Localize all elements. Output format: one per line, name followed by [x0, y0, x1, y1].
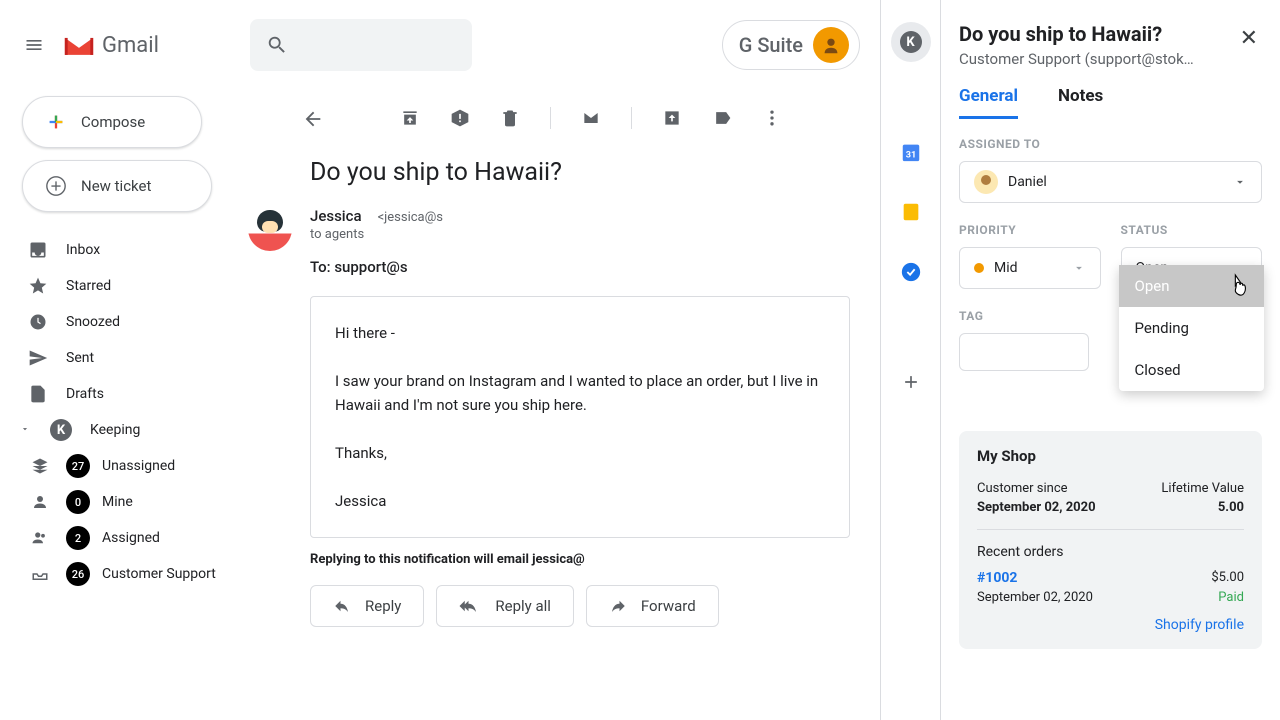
drafts-icon	[28, 384, 48, 404]
status-option-closed[interactable]: Closed	[1119, 349, 1265, 391]
shop-title: My Shop	[977, 447, 1244, 465]
nav-unassigned[interactable]: 27Unassigned	[0, 448, 250, 484]
sender-email: <jessica@s	[378, 210, 443, 225]
panel-title: Do you ship to Hawaii?	[959, 22, 1194, 46]
nav-keeping[interactable]: K Keeping	[0, 412, 250, 448]
chevron-down-icon	[1233, 175, 1247, 189]
priority-dot-icon	[974, 263, 984, 273]
nav-inbox[interactable]: Inbox	[0, 232, 250, 268]
new-ticket-button[interactable]: New ticket	[22, 160, 212, 212]
nav-snoozed[interactable]: Snoozed	[0, 304, 250, 340]
chevron-down-icon	[1072, 261, 1086, 275]
shopify-profile-link[interactable]: Shopify profile	[977, 617, 1244, 633]
inbox-icon	[28, 240, 48, 260]
svg-text:31: 31	[905, 151, 916, 161]
new-ticket-label: New ticket	[81, 177, 151, 195]
clock-icon	[28, 312, 48, 332]
back-icon[interactable]	[302, 108, 322, 128]
reply-button[interactable]: Reply	[310, 585, 424, 627]
order-link[interactable]: #1002	[977, 570, 1017, 586]
archive-icon[interactable]	[400, 108, 420, 128]
rail-tasks-icon[interactable]	[891, 252, 931, 292]
gsuite-badge[interactable]: G Suite	[722, 20, 860, 70]
status-option-open[interactable]: Open	[1119, 265, 1265, 307]
reply-all-button[interactable]: Reply all	[436, 585, 574, 627]
people-icon	[30, 528, 50, 548]
to-agents-label: to agents	[310, 227, 443, 242]
tab-notes[interactable]: Notes	[1058, 86, 1103, 119]
assignee-select[interactable]: Daniel	[959, 161, 1262, 203]
user-avatar[interactable]	[813, 27, 849, 63]
more-icon[interactable]	[762, 108, 782, 128]
gmail-logo[interactable]: Gmail	[62, 32, 159, 58]
email-body: Hi there - I saw your brand on Instagram…	[310, 296, 850, 538]
nav-mine[interactable]: 0Mine	[0, 484, 250, 520]
tray-icon	[30, 564, 50, 584]
keeping-icon: K	[50, 419, 72, 441]
nav-starred[interactable]: Starred	[0, 268, 250, 304]
reply-notification-note: Replying to this notification will email…	[310, 552, 850, 567]
email-subject: Do you ship to Hawaii?	[310, 146, 850, 201]
delete-icon[interactable]	[500, 108, 520, 128]
send-icon	[28, 348, 48, 368]
rail-calendar-icon[interactable]: 31	[891, 132, 931, 172]
recent-orders-label: Recent orders	[977, 544, 1244, 560]
hamburger-menu[interactable]	[14, 25, 54, 65]
person-icon	[30, 492, 50, 512]
rail-add-icon[interactable]	[891, 362, 931, 402]
rail-keep-icon[interactable]	[891, 192, 931, 232]
search-icon	[266, 34, 288, 56]
close-icon[interactable]: ✕	[1236, 22, 1262, 55]
sender-avatar	[248, 207, 292, 251]
move-icon[interactable]	[662, 108, 682, 128]
star-icon	[28, 276, 48, 296]
status-option-pending[interactable]: Pending	[1119, 307, 1265, 349]
order-status-badge: Paid	[1218, 590, 1244, 605]
chevron-down-icon	[20, 422, 32, 438]
forward-button[interactable]: Forward	[586, 585, 719, 627]
sender-name: Jessica	[310, 207, 362, 225]
mark-unread-icon[interactable]	[581, 108, 601, 128]
tag-input[interactable]	[959, 333, 1089, 371]
assignee-avatar	[974, 170, 998, 194]
tab-general[interactable]: General	[959, 86, 1018, 119]
assigned-to-label: ASSIGNED TO	[959, 137, 1262, 151]
stack-icon	[30, 456, 50, 476]
label-icon[interactable]	[712, 108, 732, 128]
rail-keeping-icon[interactable]: K	[891, 22, 931, 62]
gmail-label: Gmail	[102, 33, 159, 58]
priority-label: PRIORITY	[959, 223, 1101, 237]
status-label: STATUS	[1121, 223, 1263, 237]
spam-icon[interactable]	[450, 108, 470, 128]
compose-label: Compose	[81, 113, 145, 131]
nav-sent[interactable]: Sent	[0, 340, 250, 376]
nav-drafts[interactable]: Drafts	[0, 376, 250, 412]
priority-select[interactable]: Mid	[959, 247, 1101, 289]
nav-assigned[interactable]: 2Assigned	[0, 520, 250, 556]
nav-customer-support[interactable]: 26Customer Support	[0, 556, 250, 592]
panel-subtitle: Customer Support (support@stok…	[959, 50, 1194, 68]
shop-card: My Shop Customer sinceLifetime Value Sep…	[959, 431, 1262, 649]
to-line: To: support@s	[310, 258, 443, 276]
compose-button[interactable]: Compose	[22, 96, 202, 148]
status-dropdown: Open Pending Closed	[1119, 265, 1265, 391]
search-input[interactable]	[250, 19, 472, 71]
